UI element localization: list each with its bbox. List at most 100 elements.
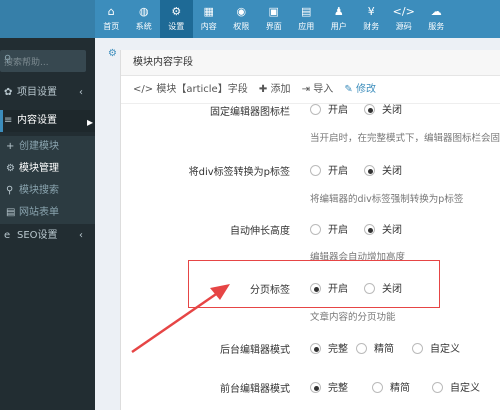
nav-label: 系统	[135, 22, 152, 31]
radio-on[interactable]: 开启	[310, 101, 348, 116]
sidebar-item-content-settings[interactable]: ≡ 内容设置	[0, 110, 95, 132]
radio-mode-custom[interactable]: 自定义	[432, 379, 480, 394]
sidebar-collapse-handle[interactable]: ▸	[87, 115, 95, 129]
radio-label: 开启	[328, 105, 348, 116]
radio-label: 精简	[390, 383, 410, 394]
search-icon[interactable]: ⚲	[4, 54, 80, 65]
radio-label: 自定义	[450, 383, 480, 394]
radio-circle	[310, 382, 321, 393]
radio-off[interactable]: 关闭	[364, 101, 402, 116]
toolbar-label: 添加	[270, 84, 291, 95]
nav-label: 用户	[330, 22, 347, 31]
toolbar-label: 修改	[356, 84, 376, 95]
field-label: 前台编辑器模式	[220, 384, 290, 395]
user-circle-icon: ◉	[236, 5, 247, 18]
radio-circle	[412, 343, 423, 354]
sidebar-item-label: 网站表单	[19, 207, 59, 218]
panel-title: 模块内容字段	[121, 50, 500, 76]
yen-icon: ¥	[367, 5, 375, 18]
panel-toolbar: </> 模块【article】字段 ✚ 添加 ⇥ 导入 ✎ 修改	[121, 76, 500, 104]
import-icon: ⇥	[301, 84, 311, 95]
sidebar-item-label: 创建模块	[19, 141, 59, 152]
radio-label: 关闭	[382, 284, 402, 295]
radio-on[interactable]: 开启	[310, 280, 348, 295]
search-icon: ⚲	[6, 185, 14, 196]
field-label: 固定编辑器图标栏	[210, 107, 290, 118]
plus-icon: +	[6, 141, 15, 152]
top-nav: ⌂ 首页 ◍ 系统 ⚙ 设置 ▦ 内容 ◉ 权限 ▣ 界面 ▤ 应用 ♟ 用户 ¥ 财务 </> 源…	[95, 0, 453, 38]
nav-apps[interactable]: ▤ 应用	[290, 0, 323, 38]
radio-mode-custom[interactable]: 自定义	[412, 340, 460, 355]
sidebar-item-site-form[interactable]: ▤ 网站表单	[0, 202, 95, 224]
sidebar-item-seo-settings[interactable]: e SEO设置 ‹	[0, 225, 95, 247]
radio-circle	[364, 165, 375, 176]
radio-circle	[310, 343, 321, 354]
sidebar-search-input[interactable]: 搜索帮助... ⚲	[0, 50, 86, 72]
radio-circle	[310, 165, 321, 176]
toolbar-label: 导入	[313, 84, 334, 95]
cloud-icon: ☁	[430, 5, 442, 18]
radio-label: 完整	[328, 344, 348, 355]
radio-mode-full[interactable]: 完整	[310, 379, 348, 394]
radio-circle	[432, 382, 443, 393]
radio-circle	[364, 104, 375, 115]
help-text: 文章内容的分页功能	[310, 312, 396, 323]
nav-source[interactable]: </> 源码	[388, 0, 421, 38]
sidebar-item-label: 内容设置	[17, 115, 57, 126]
radio-on[interactable]: 开启	[310, 162, 348, 177]
radio-circle	[310, 283, 321, 294]
sidebar-item-project-settings[interactable]: ✿ 项目设置 ‹	[0, 82, 95, 104]
sidebar-item-module-manage[interactable]: ⚙ 模块管理	[0, 158, 95, 180]
radio-label: 开启	[328, 284, 348, 295]
nav-settings[interactable]: ⚙ 设置	[160, 0, 193, 38]
radio-off[interactable]: 关闭	[364, 280, 402, 295]
edit-button[interactable]: ✎ 修改	[344, 84, 376, 95]
ie-icon: e	[4, 230, 11, 241]
sidebar-item-label: 模块搜索	[19, 185, 59, 196]
cogs-icon: ⚙	[108, 48, 117, 59]
nav-permission[interactable]: ◉ 权限	[225, 0, 258, 38]
nav-home[interactable]: ⌂ 首页	[95, 0, 128, 38]
sidebar-item-module-search[interactable]: ⚲ 模块搜索	[0, 180, 95, 202]
radio-label: 自定义	[430, 344, 460, 355]
help-text: 将编辑器的div标签强制转换为p标签	[310, 194, 464, 205]
import-button[interactable]: ⇥ 导入	[302, 84, 334, 95]
nav-interface[interactable]: ▣ 界面	[258, 0, 291, 38]
nav-finance[interactable]: ¥ 财务	[355, 0, 388, 38]
radio-circle	[310, 104, 321, 115]
field-label: 分页标签	[250, 285, 290, 296]
radio-label: 关闭	[382, 225, 402, 236]
radio-mode-full[interactable]: 完整	[310, 340, 348, 355]
help-text: 当开启时，在完整模式下，编辑器图标栏会固定	[310, 133, 500, 144]
radio-off[interactable]: 关闭	[364, 221, 402, 236]
radio-on[interactable]: 开启	[310, 221, 348, 236]
nav-service[interactable]: ☁ 服务	[420, 0, 453, 38]
nav-label: 首页	[103, 22, 120, 31]
add-button[interactable]: ✚ 添加	[259, 84, 291, 95]
nav-system[interactable]: ◍ 系统	[128, 0, 161, 38]
nav-users[interactable]: ♟ 用户	[323, 0, 356, 38]
code-icon: </>	[133, 84, 154, 95]
user-icon: ♟	[333, 5, 344, 18]
nav-label: 内容	[200, 22, 217, 31]
module-fields-link[interactable]: </> 模块【article】字段	[133, 84, 248, 95]
radio-label: 开启	[328, 225, 348, 236]
sidebar-item-create-module[interactable]: + 创建模块	[0, 136, 95, 158]
nav-label: 设置	[168, 22, 185, 31]
sidebar-item-label: SEO设置	[17, 230, 58, 241]
toolbar-label: 模块【article】字段	[156, 84, 248, 95]
field-label: 自动伸长高度	[230, 226, 290, 237]
radio-circle	[310, 224, 321, 235]
radio-label: 关闭	[382, 105, 402, 116]
radio-off[interactable]: 关闭	[364, 162, 402, 177]
html5-icon: ▣	[268, 5, 279, 18]
cogs-icon: ⚙	[171, 5, 182, 18]
bars-icon: ≡	[4, 115, 13, 126]
sidebar-item-label: 项目设置	[17, 87, 57, 98]
cogs-icon: ⚙	[6, 163, 15, 174]
field-label: 将div标签转换为p标签	[188, 167, 290, 178]
radio-mode-simple[interactable]: 精简	[372, 379, 410, 394]
edit-icon: ✎	[344, 84, 353, 95]
nav-content[interactable]: ▦ 内容	[193, 0, 226, 38]
radio-mode-simple[interactable]: 精简	[356, 340, 394, 355]
